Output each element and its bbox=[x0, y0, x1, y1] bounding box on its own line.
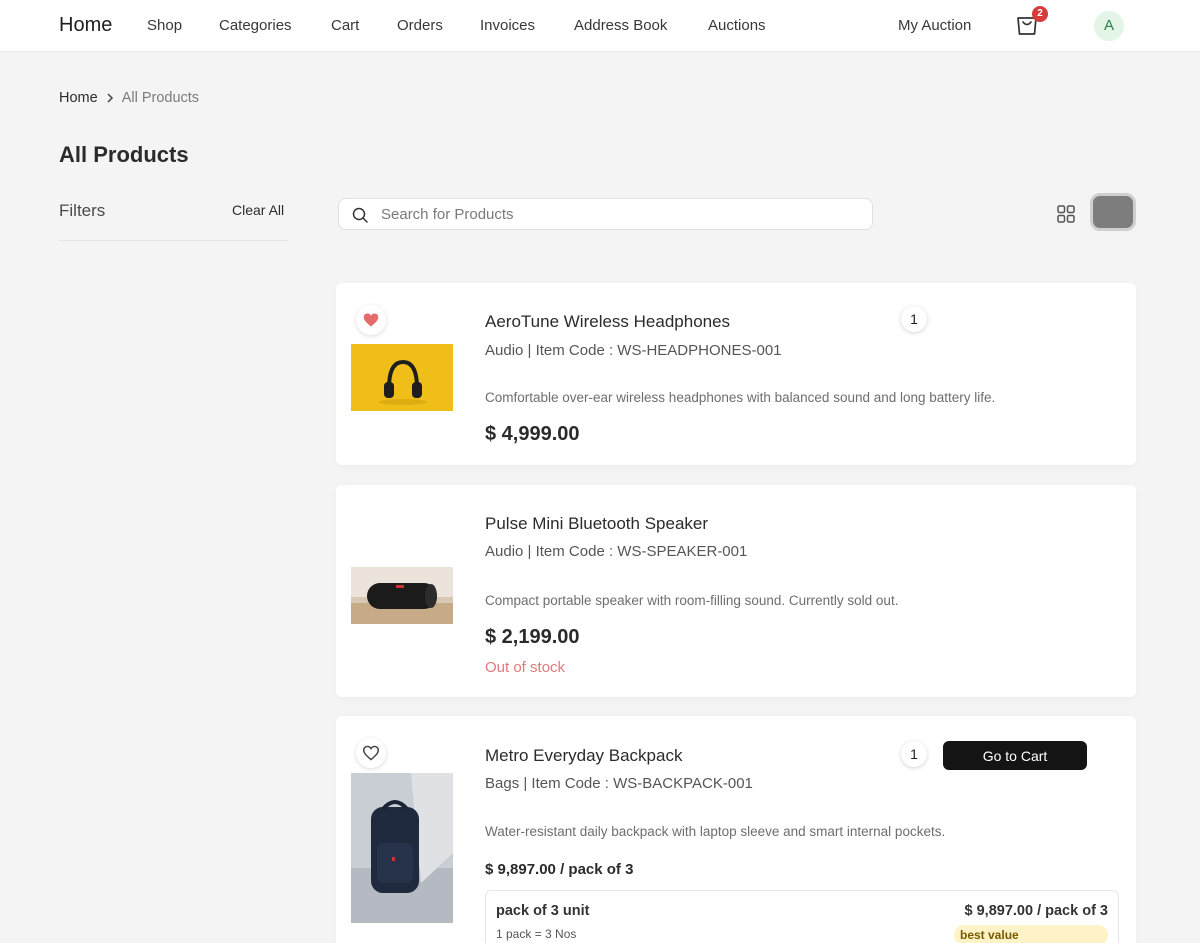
product-description: Comfortable over-ear wireless headphones… bbox=[485, 390, 996, 405]
product-name[interactable]: Pulse Mini Bluetooth Speaker bbox=[485, 514, 708, 534]
nav-invoices-link[interactable]: Invoices bbox=[480, 17, 535, 34]
cart-button[interactable]: 2 bbox=[1014, 6, 1048, 38]
breadcrumb: Home All Products bbox=[59, 90, 199, 106]
list-view-button[interactable] bbox=[1090, 193, 1136, 231]
product-card[interactable]: AeroTune Wireless Headphones 1 Audio | I… bbox=[336, 283, 1136, 465]
heart-filled-icon bbox=[363, 313, 379, 327]
nav-categories-link[interactable]: Categories bbox=[219, 17, 292, 34]
pack-option[interactable]: pack of 3 unit 1 pack = 3 Nos $ 9,897.00… bbox=[485, 890, 1119, 943]
pack-title: pack of 3 unit bbox=[496, 903, 590, 919]
product-price: $ 4,999.00 bbox=[485, 423, 580, 445]
product-price: $ 9,897.00 / pack of 3 bbox=[485, 861, 634, 878]
product-name[interactable]: AeroTune Wireless Headphones bbox=[485, 312, 730, 332]
go-to-cart-button[interactable]: Go to Cart bbox=[943, 741, 1087, 770]
speaker-product-image[interactable] bbox=[351, 567, 453, 624]
product-name[interactable]: Metro Everyday Backpack bbox=[485, 746, 682, 766]
pack-price: $ 9,897.00 / pack of 3 bbox=[964, 903, 1108, 919]
clear-all-filters-button[interactable]: Clear All bbox=[232, 202, 284, 218]
product-price: $ 2,199.00 bbox=[485, 626, 580, 648]
search-bar bbox=[338, 198, 873, 230]
backpack-product-image[interactable] bbox=[351, 773, 453, 923]
chevron-right-icon bbox=[106, 93, 114, 103]
pack-subtitle: 1 pack = 3 Nos bbox=[496, 927, 577, 941]
breadcrumb-current: All Products bbox=[121, 90, 200, 106]
product-meta: Audio | Item Code : WS-SPEAKER-001 bbox=[485, 543, 748, 560]
nav-cart-link[interactable]: Cart bbox=[331, 17, 359, 34]
headphones-product-image[interactable] bbox=[351, 344, 453, 411]
product-card[interactable]: Pulse Mini Bluetooth Speaker Audio | Ite… bbox=[336, 485, 1136, 697]
top-navbar: Home Shop Categories Cart Orders Invoice… bbox=[0, 0, 1200, 52]
product-card[interactable]: Metro Everyday Backpack 1 Go to Cart Bag… bbox=[336, 716, 1136, 943]
product-meta: Audio | Item Code : WS-HEADPHONES-001 bbox=[485, 342, 782, 359]
search-input[interactable] bbox=[381, 199, 861, 229]
grid-view-icon[interactable] bbox=[1056, 204, 1076, 224]
cart-count-badge: 2 bbox=[1032, 6, 1048, 22]
product-description: Compact portable speaker with room-filli… bbox=[485, 593, 899, 608]
product-description: Water-resistant daily backpack with lapt… bbox=[485, 824, 946, 839]
nav-address-book-link[interactable]: Address Book bbox=[574, 17, 667, 34]
quantity-indicator[interactable]: 1 bbox=[901, 741, 927, 767]
heart-outline-icon bbox=[362, 745, 380, 761]
out-of-stock-label: Out of stock bbox=[485, 659, 566, 676]
nav-auctions-link[interactable]: Auctions bbox=[708, 17, 766, 34]
page-title: All Products bbox=[59, 142, 189, 167]
nav-orders-link[interactable]: Orders bbox=[397, 17, 443, 34]
quantity-indicator[interactable]: 1 bbox=[901, 306, 927, 332]
best-value-badge: best value bbox=[954, 925, 1108, 943]
filters-heading: Filters bbox=[59, 201, 106, 220]
wishlist-button[interactable] bbox=[356, 305, 386, 335]
breadcrumb-home-link[interactable]: Home bbox=[59, 90, 98, 106]
product-meta: Bags | Item Code : WS-BACKPACK-001 bbox=[485, 775, 753, 792]
search-icon bbox=[352, 207, 368, 223]
nav-my-auction-link[interactable]: My Auction bbox=[898, 17, 971, 34]
nav-shop-link[interactable]: Shop bbox=[147, 17, 182, 34]
filters-divider bbox=[59, 240, 288, 241]
nav-home-link[interactable]: Home bbox=[59, 14, 112, 37]
user-avatar[interactable]: A bbox=[1094, 11, 1124, 41]
wishlist-button[interactable] bbox=[356, 738, 386, 768]
